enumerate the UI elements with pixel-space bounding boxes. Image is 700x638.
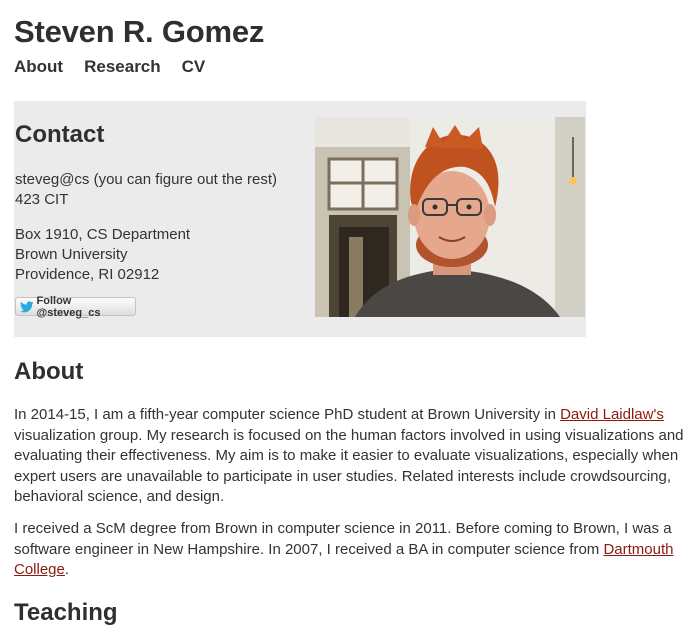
contact-title: Contact	[15, 121, 105, 148]
site-title: Steven R. Gomez	[14, 14, 265, 49]
contact-office: 423 CIT	[15, 191, 69, 208]
about-p1-text-end: visualization group. My research is focu…	[14, 426, 684, 506]
contact-details: steveg@cs (you can figure out the rest) …	[15, 170, 277, 285]
david-laidlaw-link[interactable]: David Laidlaw's	[560, 406, 664, 423]
contact-box-number: Box 1910, CS Department	[15, 226, 191, 243]
nav-research[interactable]: Research	[84, 57, 161, 77]
about-p2-text-start: I received a ScM degree from Brown in co…	[14, 520, 672, 558]
contact-city: Providence, RI 02912	[15, 266, 160, 283]
about-heading: About	[14, 358, 84, 385]
nav-about[interactable]: About	[14, 57, 63, 77]
nav-cv[interactable]: CV	[182, 57, 206, 77]
about-p1-text-start: In 2014-15, I am a fifth-year computer s…	[14, 406, 561, 423]
contact-email: steveg@cs (you can figure out the rest)	[15, 171, 278, 188]
page: Steven R. Gomez About Research CV Contac…	[0, 0, 700, 638]
twitter-follow-label: Follow @steveg_cs	[36, 294, 101, 319]
contact-box: Contact steveg@cs (you can figure out th…	[14, 101, 586, 337]
profile-photo	[315, 117, 585, 317]
teaching-heading: Teaching	[14, 599, 118, 626]
main-nav: About Research CV	[14, 57, 205, 77]
contact-university: Brown University	[15, 246, 128, 263]
twitter-follow-button[interactable]: Follow @steveg_cs	[15, 294, 136, 319]
twitter-bird-icon	[20, 300, 34, 312]
about-paragraph-1: In 2014-15, I am a fifth-year computer s…	[14, 405, 694, 508]
about-p2-text-end: .	[64, 561, 70, 578]
about-paragraph-2: I received a ScM degree from Brown in co…	[14, 519, 694, 581]
profile-photo-image	[315, 117, 585, 317]
